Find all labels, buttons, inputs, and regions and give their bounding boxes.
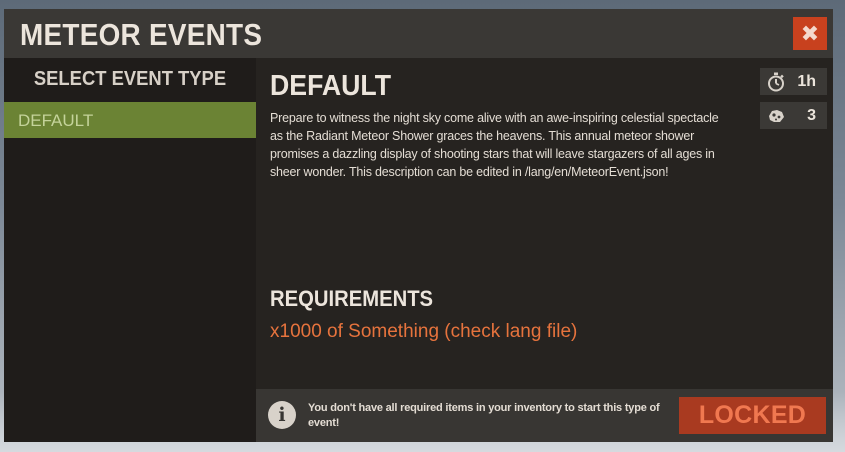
duration-stat: 1h bbox=[760, 68, 827, 95]
duration-value: 1h bbox=[797, 72, 816, 90]
requirement-item: x1000 of Something (check lang file) bbox=[270, 321, 578, 342]
meteor-count-value: 3 bbox=[807, 106, 816, 124]
event-details: DEFAULT Prepare to witness the night sky… bbox=[256, 58, 833, 442]
event-type-sidebar: SELECT EVENT TYPE DEFAULT bbox=[4, 58, 256, 442]
title-bar: METEOR EVENTS ✖ bbox=[4, 9, 833, 58]
close-icon: ✖ bbox=[800, 20, 820, 46]
meteor-events-window: METEOR EVENTS ✖ SELECT EVENT TYPE DEFAUL… bbox=[4, 9, 833, 442]
sidebar-item-label: DEFAULT bbox=[18, 111, 94, 130]
status-message: You don't have all required items in you… bbox=[308, 402, 660, 429]
status-footer: i You don't have all required items in y… bbox=[256, 389, 833, 442]
stopwatch-icon bbox=[766, 72, 786, 92]
meteor-count-stat: 3 bbox=[760, 102, 827, 129]
event-description: Prepare to witness the night sky come al… bbox=[270, 111, 719, 179]
meteor-icon bbox=[766, 106, 786, 126]
sidebar-item-default[interactable]: DEFAULT bbox=[4, 102, 256, 138]
close-button[interactable]: ✖ bbox=[793, 17, 827, 50]
locked-button[interactable]: LOCKED bbox=[679, 397, 826, 434]
event-title: DEFAULT bbox=[270, 70, 392, 102]
sidebar-title: SELECT EVENT TYPE bbox=[33, 68, 227, 90]
requirements-heading: REQUIREMENTS bbox=[270, 286, 434, 311]
window-title: METEOR EVENTS bbox=[20, 17, 263, 52]
info-icon: i bbox=[268, 401, 296, 429]
